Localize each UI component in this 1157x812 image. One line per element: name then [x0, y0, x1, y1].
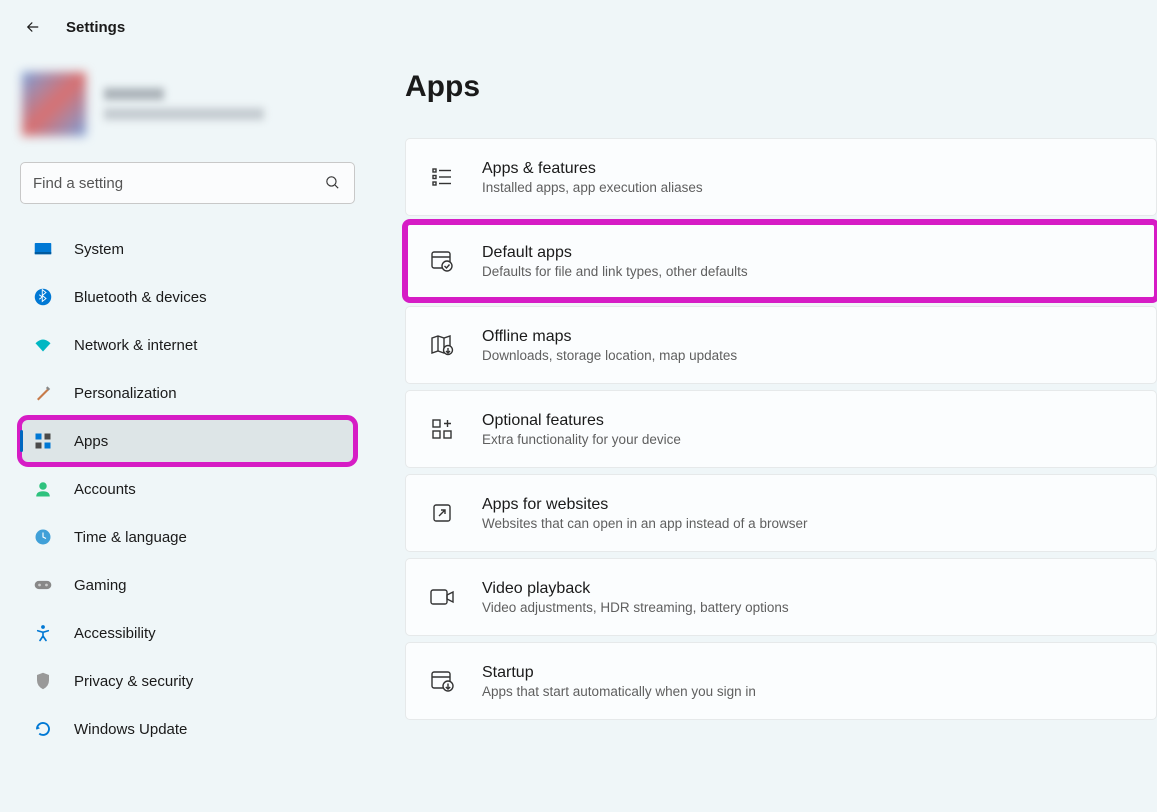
sidebar-item-label: Time & language [74, 529, 187, 546]
card-subtitle: Apps that start automatically when you s… [482, 684, 756, 699]
card-subtitle: Downloads, storage location, map updates [482, 348, 737, 363]
card-title: Video playback [482, 580, 789, 598]
sidebar-item-label: Apps [74, 433, 108, 450]
sidebar-item-accessibility[interactable]: Accessibility [20, 610, 355, 656]
card-title: Offline maps [482, 328, 737, 346]
back-button[interactable] [24, 18, 42, 36]
avatar [22, 72, 86, 136]
grid-plus-icon [428, 415, 456, 443]
card-title: Apps & features [482, 160, 703, 178]
clock-globe-icon [34, 528, 52, 546]
sidebar-item-privacy[interactable]: Privacy & security [20, 658, 355, 704]
sidebar-item-label: Windows Update [74, 721, 187, 738]
search-icon [324, 174, 341, 191]
profile-text [104, 88, 264, 120]
card-subtitle: Extra functionality for your device [482, 432, 681, 447]
search-input[interactable] [20, 162, 355, 204]
update-icon [34, 720, 52, 738]
sidebar-item-label: System [74, 241, 124, 258]
gamepad-icon [34, 576, 52, 594]
sidebar-item-apps[interactable]: Apps [20, 418, 355, 464]
open-link-icon [428, 499, 456, 527]
bluetooth-icon [34, 288, 52, 306]
sidebar-item-time[interactable]: Time & language [20, 514, 355, 560]
shield-icon [34, 672, 52, 690]
profile-email-redacted [104, 108, 264, 120]
display-icon [34, 240, 52, 258]
card-subtitle: Defaults for file and link types, other … [482, 264, 748, 279]
card-title: Apps for websites [482, 496, 807, 514]
back-arrow-icon [24, 18, 42, 36]
card-subtitle: Video adjustments, HDR streaming, batter… [482, 600, 789, 615]
profile-name-redacted [104, 88, 164, 100]
main-content: Apps Apps & features Installed apps, app… [375, 54, 1157, 752]
page-title: Apps [405, 70, 1157, 104]
accessibility-icon [34, 624, 52, 642]
sidebar: System Bluetooth & devices Network & int… [0, 54, 375, 752]
card-title: Default apps [482, 244, 748, 262]
sidebar-item-accounts[interactable]: Accounts [20, 466, 355, 512]
nav-list: System Bluetooth & devices Network & int… [20, 226, 355, 752]
settings-cards: Apps & features Installed apps, app exec… [405, 138, 1157, 720]
apps-icon [34, 432, 52, 450]
card-subtitle: Websites that can open in an app instead… [482, 516, 807, 531]
profile-block[interactable] [20, 66, 355, 156]
app-title: Settings [66, 19, 125, 36]
default-apps-icon [428, 247, 456, 275]
sidebar-item-gaming[interactable]: Gaming [20, 562, 355, 608]
card-default-apps[interactable]: Default apps Defaults for file and link … [405, 222, 1157, 300]
sidebar-item-bluetooth[interactable]: Bluetooth & devices [20, 274, 355, 320]
startup-icon [428, 667, 456, 695]
sidebar-item-label: Gaming [74, 577, 127, 594]
sidebar-item-label: Bluetooth & devices [74, 289, 207, 306]
sidebar-item-label: Accounts [74, 481, 136, 498]
card-startup[interactable]: Startup Apps that start automatically wh… [405, 642, 1157, 720]
paintbrush-icon [34, 384, 52, 402]
sidebar-item-system[interactable]: System [20, 226, 355, 272]
sidebar-item-label: Personalization [74, 385, 177, 402]
sidebar-item-update[interactable]: Windows Update [20, 706, 355, 752]
search-container [20, 162, 355, 204]
wifi-icon [34, 336, 52, 354]
card-video-playback[interactable]: Video playback Video adjustments, HDR st… [405, 558, 1157, 636]
card-title: Optional features [482, 412, 681, 430]
sidebar-item-label: Privacy & security [74, 673, 193, 690]
sidebar-item-personalization[interactable]: Personalization [20, 370, 355, 416]
sidebar-item-label: Accessibility [74, 625, 156, 642]
video-icon [428, 583, 456, 611]
card-apps-features[interactable]: Apps & features Installed apps, app exec… [405, 138, 1157, 216]
card-subtitle: Installed apps, app execution aliases [482, 180, 703, 195]
card-title: Startup [482, 664, 756, 682]
sidebar-item-network[interactable]: Network & internet [20, 322, 355, 368]
list-icon [428, 163, 456, 191]
card-offline-maps[interactable]: Offline maps Downloads, storage location… [405, 306, 1157, 384]
card-optional-features[interactable]: Optional features Extra functionality fo… [405, 390, 1157, 468]
map-icon [428, 331, 456, 359]
card-apps-websites[interactable]: Apps for websites Websites that can open… [405, 474, 1157, 552]
person-icon [34, 480, 52, 498]
sidebar-item-label: Network & internet [74, 337, 197, 354]
